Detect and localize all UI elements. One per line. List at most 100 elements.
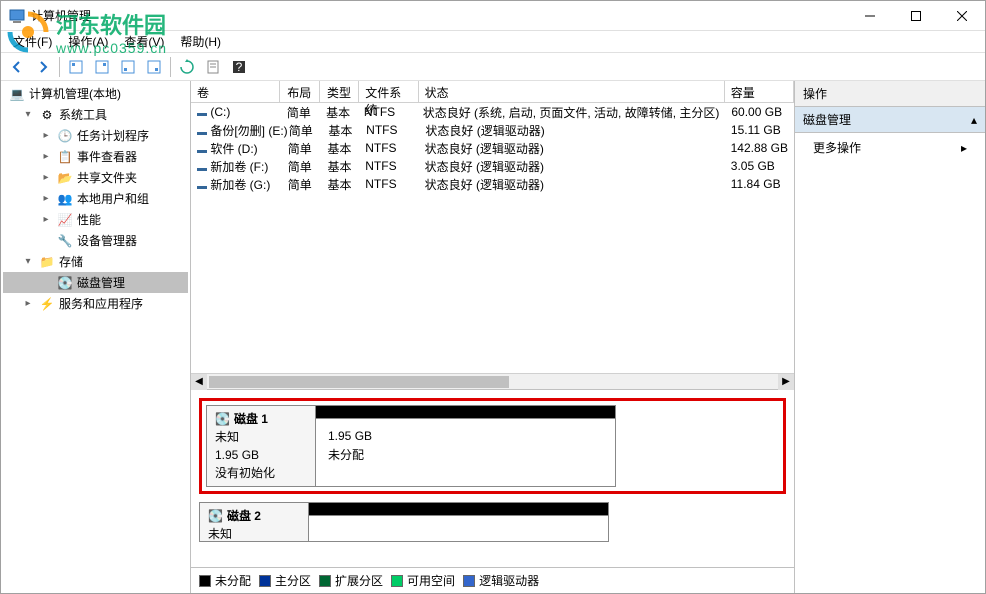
tree-device-manager[interactable]: 设备管理器 (3, 230, 188, 251)
toolbar-separator (59, 57, 60, 77)
actions-more-label: 更多操作 (813, 139, 861, 156)
table-body: (C:)简单基本NTFS状态良好 (系统, 启动, 页面文件, 活动, 故障转储… (191, 103, 794, 193)
submenu-arrow-icon: ▸ (961, 141, 967, 155)
tree-shared-folders[interactable]: ▸ 共享文件夹 (3, 167, 188, 188)
collapse-icon[interactable]: ▾ (21, 255, 35, 269)
toolbar: ? (1, 53, 985, 81)
disk-2-title: 磁盘 2 (227, 507, 261, 525)
properties-button[interactable] (201, 55, 225, 79)
forward-button[interactable] (31, 55, 55, 79)
cell-filesystem: NTFS (359, 140, 418, 156)
col-filesystem[interactable]: 文件系统 (359, 81, 418, 102)
col-capacity[interactable]: 容量 (725, 81, 794, 102)
refresh-button[interactable] (175, 55, 199, 79)
tree-local-users[interactable]: ▸ 本地用户和组 (3, 188, 188, 209)
disk-1-partition[interactable]: 1.95 GB 未分配 (316, 419, 616, 487)
maximize-button[interactable] (893, 1, 939, 31)
disk-icon (57, 275, 73, 291)
disk-icon (208, 507, 223, 525)
help-button[interactable]: ? (227, 55, 251, 79)
table-row[interactable]: 备份[勿删] (E:)简单基本NTFS状态良好 (逻辑驱动器)15.11 GB (191, 121, 794, 139)
tree-services-apps[interactable]: ▸ 服务和应用程序 (3, 293, 188, 314)
users-icon (57, 191, 73, 207)
legend-label: 可用空间 (407, 572, 455, 589)
col-layout[interactable]: 布局 (280, 81, 320, 102)
tool-3[interactable] (116, 55, 140, 79)
menu-view[interactable]: 查看(V) (116, 31, 172, 52)
cell-capacity: 142.88 GB (725, 140, 794, 156)
tool-2[interactable] (90, 55, 114, 79)
tree-event-viewer[interactable]: ▸ 事件查看器 (3, 146, 188, 167)
expand-icon[interactable]: ▸ (39, 213, 53, 227)
back-button[interactable] (5, 55, 29, 79)
expand-icon[interactable]: ▸ (39, 150, 53, 164)
folder-icon (57, 170, 73, 186)
table-header: 卷 布局 类型 文件系统 状态 容量 (191, 81, 794, 103)
tree-label: 本地用户和组 (77, 190, 149, 207)
tree-task-scheduler[interactable]: ▸ 任务计划程序 (3, 125, 188, 146)
tree-label: 磁盘管理 (77, 274, 125, 291)
disk-2-block[interactable]: 磁盘 2 未知 (199, 502, 786, 542)
cell-status: 状态良好 (逻辑驱动器) (419, 139, 725, 158)
swatch-unallocated (199, 575, 211, 587)
tree-root[interactable]: 计算机管理(本地) (3, 83, 188, 104)
minimize-button[interactable] (847, 1, 893, 31)
table-row[interactable]: 新加卷 (G:)简单基本NTFS状态良好 (逻辑驱动器)11.84 GB (191, 175, 794, 193)
tool-4[interactable] (142, 55, 166, 79)
tree-storage[interactable]: ▾ 存储 (3, 251, 188, 272)
disk-2-partition[interactable] (309, 516, 609, 542)
swatch-primary (259, 575, 271, 587)
expand-icon[interactable]: ▸ (39, 129, 53, 143)
computer-icon (9, 86, 25, 102)
swatch-extended (319, 575, 331, 587)
expand-icon[interactable]: ▸ (21, 297, 35, 311)
cell-layout: 简单 (280, 157, 320, 176)
tree-disk-management[interactable]: 磁盘管理 (3, 272, 188, 293)
menu-file[interactable]: 文件(F) (5, 31, 60, 52)
log-icon (57, 149, 73, 165)
scroll-left-button[interactable]: ◀ (191, 374, 207, 390)
window-title: 计算机管理 (31, 7, 847, 24)
menu-help[interactable]: 帮助(H) (172, 31, 229, 52)
col-status[interactable]: 状态 (419, 81, 725, 102)
cell-type: 基本 (320, 175, 360, 194)
titlebar: 计算机管理 (1, 1, 985, 31)
cell-type: 基本 (320, 139, 360, 158)
cell-layout: 简单 (280, 139, 320, 158)
scroll-right-button[interactable]: ▶ (778, 374, 794, 390)
volume-icon (197, 160, 207, 174)
tree-performance[interactable]: ▸ 性能 (3, 209, 188, 230)
scroll-thumb[interactable] (209, 376, 509, 388)
spacer (39, 234, 53, 248)
partition-size: 1.95 GB (328, 427, 603, 446)
cell-filesystem: NTFS (359, 158, 418, 174)
cell-layout: 简单 (280, 175, 320, 194)
partition-status: 未分配 (328, 446, 603, 465)
cell-type: 基本 (320, 157, 360, 176)
actions-more[interactable]: 更多操作 ▸ (795, 133, 985, 162)
legend: 未分配 主分区 扩展分区 可用空间 逻辑驱动器 (191, 567, 794, 593)
expand-icon[interactable]: ▸ (39, 171, 53, 185)
collapse-icon[interactable]: ▾ (21, 108, 35, 122)
legend-label: 未分配 (215, 572, 251, 589)
disk-1-block[interactable]: 磁盘 1 未知 1.95 GB 没有初始化 1.95 GB 未分配 (206, 405, 779, 487)
horizontal-scrollbar[interactable]: ◀ ▶ (191, 373, 794, 389)
scroll-track[interactable] (207, 374, 778, 390)
cell-volume: 新加卷 (F:) (191, 157, 280, 176)
volume-icon (197, 142, 207, 156)
disk-icon (215, 410, 230, 428)
app-icon (9, 8, 25, 24)
col-type[interactable]: 类型 (320, 81, 360, 102)
col-volume[interactable]: 卷 (191, 81, 280, 102)
table-row[interactable]: 软件 (D:)简单基本NTFS状态良好 (逻辑驱动器)142.88 GB (191, 139, 794, 157)
tool-1[interactable] (64, 55, 88, 79)
actions-section[interactable]: 磁盘管理 ▴ (795, 107, 985, 133)
tree-system-tools[interactable]: ▾ 系统工具 (3, 104, 188, 125)
spacer (39, 276, 53, 290)
tree-label: 服务和应用程序 (59, 295, 143, 312)
menu-action[interactable]: 操作(A) (60, 31, 116, 52)
close-button[interactable] (939, 1, 985, 31)
table-row[interactable]: (C:)简单基本NTFS状态良好 (系统, 启动, 页面文件, 活动, 故障转储… (191, 103, 794, 121)
expand-icon[interactable]: ▸ (39, 192, 53, 206)
table-row[interactable]: 新加卷 (F:)简单基本NTFS状态良好 (逻辑驱动器)3.05 GB (191, 157, 794, 175)
